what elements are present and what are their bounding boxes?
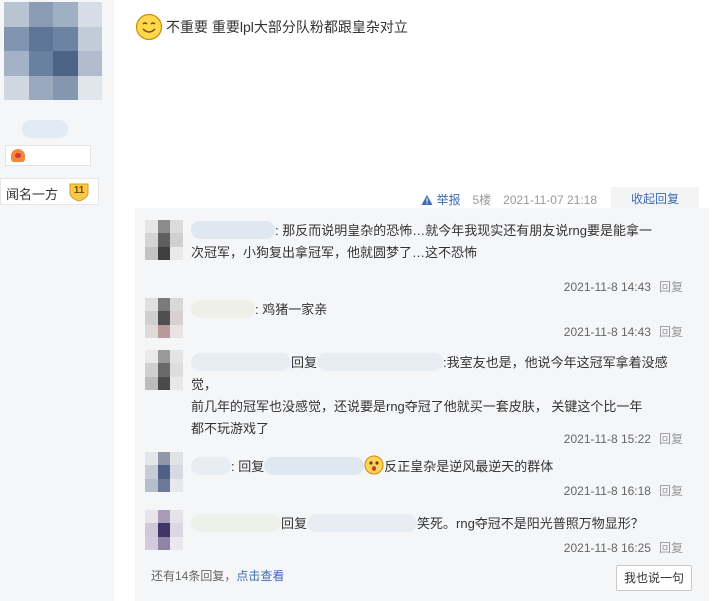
username-redacted[interactable]	[307, 514, 418, 532]
title-level-number: 11	[73, 185, 85, 196]
reply-time: 2021-11-8 16:25	[563, 541, 651, 555]
write-reply-button[interactable]: 我也说一句	[616, 565, 692, 591]
author-avatar[interactable]	[4, 2, 102, 100]
reply-text: 回复:我室友也是，他说今年这冠军拿着没感觉， 前几年的冠军也没感觉，还说要是rn…	[191, 352, 691, 440]
floor-number: 5楼	[472, 193, 492, 207]
warning-icon	[421, 194, 433, 205]
post-text: 不重要 重要lpl大部分队粉都跟皇杂对立	[166, 19, 408, 35]
reply-list: : 那反而说明皇杂的恐怖…就今年我现实还有朋友说rng要是能拿一 次冠军，小狗复…	[135, 208, 709, 601]
username-redacted[interactable]	[191, 221, 275, 239]
shield-badge-icon: 11	[68, 182, 90, 202]
author-name-redacted[interactable]	[22, 120, 68, 138]
post-time: 2021-11-07 21:18	[503, 192, 597, 207]
reply-time: 2021-11-8 14:43	[563, 325, 651, 339]
reply-meta: 2021-11-8 14:43 回复	[564, 323, 683, 340]
member-title-label: 闻名一方	[6, 187, 59, 202]
reply-prefix: 回复	[281, 516, 308, 531]
reply-text: : 那反而说明皇杂的恐怖…就今年我现实还有朋友说rng要是能拿一 次冠军，小狗复…	[191, 220, 691, 264]
smiley-emoji-icon	[135, 13, 163, 41]
reply-text-line: 反正皇杂是逆风最逆天的群体	[384, 459, 554, 474]
reply-text-line: 前几年的冠军也没感觉，还说要是rng夺冠了他就买一套皮肤， 关键这个比一年	[191, 399, 643, 414]
reply-text-line: 都不玩游戏了	[191, 421, 270, 436]
author-sidebar: 闻名一方 11	[0, 0, 114, 601]
reply-meta: 2021-11-8 15:22 回复	[564, 430, 683, 447]
reply-avatar[interactable]	[145, 350, 183, 390]
reply-meta: 2021-11-8 14:43 回复	[564, 278, 683, 295]
post-content: 不重要 重要lpl大部分队粉都跟皇杂对立	[135, 10, 408, 44]
view-more-link[interactable]: 点击查看	[236, 569, 284, 583]
reply-text: 回复 笑死。rng夺冠不是阳光普照万物显形？	[191, 513, 691, 535]
reply-prefix: 回复	[291, 355, 318, 370]
reply-time: 2021-11-8 14:43	[563, 280, 651, 294]
reply-button[interactable]: 回复	[659, 432, 683, 446]
report-link[interactable]: 举报	[421, 191, 460, 208]
reply-time: 2021-11-8 16:18	[563, 484, 651, 498]
reply-avatar[interactable]	[145, 298, 183, 338]
member-title: 闻名一方 11	[0, 178, 99, 205]
more-replies: 还有14条回复，点击查看	[151, 567, 284, 584]
username-redacted[interactable]	[191, 353, 291, 371]
surprised-emoji-icon	[364, 455, 384, 475]
reply-avatar[interactable]	[145, 220, 183, 260]
reply-button[interactable]: 回复	[659, 541, 683, 555]
reply-text-line: : 鸡猪一家亲	[255, 302, 328, 317]
reply-text: : 回复 反正皇杂是逆风最逆天的群体	[191, 455, 691, 478]
reply-meta: 2021-11-8 16:18 回复	[564, 482, 683, 499]
username-redacted[interactable]	[191, 300, 255, 318]
level-flame-icon	[11, 149, 25, 162]
reply-text: : 鸡猪一家亲	[191, 299, 691, 321]
reply-button[interactable]: 回复	[659, 325, 683, 339]
reply-text-line: 次冠军，小狗复出拿冠军，他就圆梦了…这不恐怖	[191, 245, 478, 260]
reply-time: 2021-11-8 15:22	[563, 432, 651, 446]
username-redacted[interactable]	[191, 457, 231, 475]
reply-text-line: : 那反而说明皇杂的恐怖…就今年我现实还有朋友说rng要是能拿一	[275, 223, 653, 238]
reply-avatar[interactable]	[145, 510, 183, 550]
reply-button[interactable]: 回复	[659, 280, 683, 294]
level-badge[interactable]	[5, 145, 91, 166]
reply-meta: 2021-11-8 16:25 回复	[564, 539, 683, 556]
reply-avatar[interactable]	[145, 452, 183, 492]
username-redacted[interactable]	[191, 514, 281, 532]
reply-button[interactable]: 回复	[659, 484, 683, 498]
more-replies-count: 还有14条回复，	[151, 569, 237, 583]
reply-prefix: : 回复	[231, 459, 265, 474]
report-label: 举报	[436, 193, 461, 207]
username-redacted[interactable]	[317, 353, 444, 371]
username-redacted[interactable]	[264, 457, 365, 475]
reply-text-line: 笑死。rng夺冠不是阳光普照万物显形？	[417, 516, 644, 531]
